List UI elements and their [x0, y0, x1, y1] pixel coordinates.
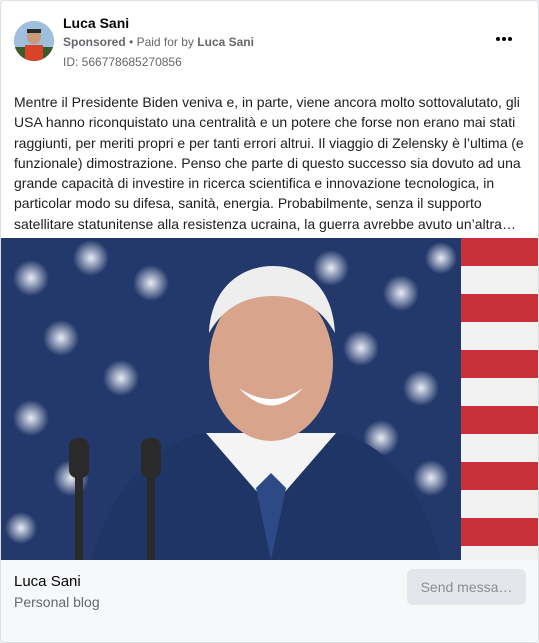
meta-separator: •: [129, 35, 134, 49]
page-category: Personal blog: [14, 594, 100, 610]
ellipsis-icon[interactable]: [492, 27, 516, 51]
post-header: Luca Sani Sponsored • Paid for by Luca S…: [1, 1, 538, 81]
ad-id: ID: 566778685270856: [63, 55, 182, 69]
paid-for-prefix: Paid for by: [136, 35, 194, 49]
paid-for-name: Luca Sani: [197, 35, 254, 49]
author-avatar[interactable]: [14, 21, 54, 61]
sponsored-line: Sponsored • Paid for by Luca Sani: [63, 35, 254, 49]
post-footer: Luca Sani Personal blog Send messa…: [1, 560, 538, 642]
page-name[interactable]: Luca Sani: [14, 573, 81, 590]
sponsored-label[interactable]: Sponsored: [63, 35, 126, 49]
post-image[interactable]: [1, 238, 538, 560]
send-message-button[interactable]: Send messa…: [407, 569, 526, 605]
sponsored-post-card: Luca Sani Sponsored • Paid for by Luca S…: [0, 0, 539, 643]
author-name[interactable]: Luca Sani: [63, 15, 129, 31]
post-text: Mentre il Presidente Biden veniva e, in …: [14, 94, 524, 232]
